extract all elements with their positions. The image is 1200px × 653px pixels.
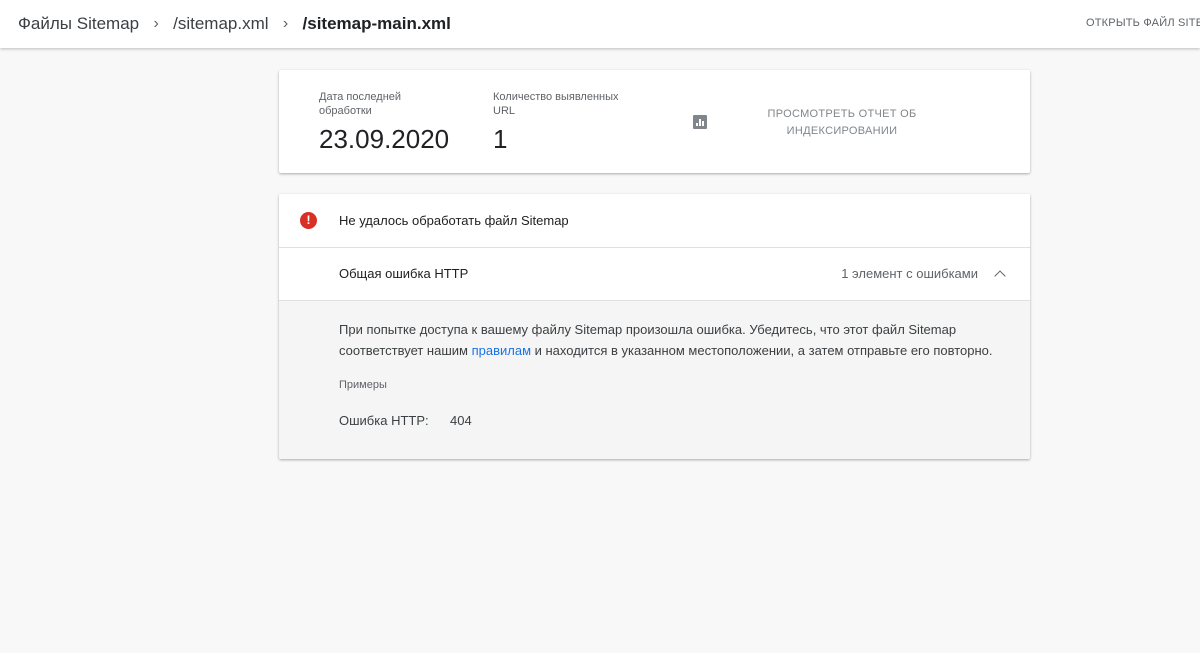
view-index-coverage-button[interactable]: ПРОСМОТРЕТЬ ОТЧЕТ ОБ ИНДЕКСИРОВАНИИ — [759, 106, 925, 140]
chevron-right-icon: › — [153, 15, 159, 32]
sitemap-stats-card: Дата последней обработки 23.09.2020 Коли… — [279, 70, 1030, 173]
status-row: ! Не удалось обработать файл Sitemap — [279, 194, 1030, 248]
example-value: 404 — [450, 413, 472, 428]
last-processed-label: Дата последней обработки — [319, 91, 402, 117]
chevron-right-icon: › — [282, 15, 289, 32]
issue-details: При попытке доступа к вашему файлу Sitem… — [279, 301, 1030, 459]
issue-count: 1 элемент с ошибками — [841, 266, 978, 281]
bar-chart-icon[interactable] — [693, 115, 707, 129]
issue-row-http-error[interactable]: Общая ошибка HTTP 1 элемент с ошибками — [279, 248, 1030, 301]
breadcrumb-item-sitemap-xml[interactable]: /sitemap.xml — [173, 14, 268, 34]
examples-label: Примеры — [339, 379, 387, 391]
last-processed-stat: Дата последней обработки 23.09.2020 — [319, 90, 449, 155]
example-key: Ошибка HTTP: — [339, 413, 429, 428]
discovered-urls-value: 1 — [493, 124, 508, 154]
issue-title: Общая ошибка HTTP — [339, 266, 469, 281]
last-processed-value: 23.09.2020 — [319, 124, 450, 154]
breadcrumb: Файлы Sitemap › /sitemap.xml › /sitemap-… — [18, 0, 451, 48]
open-sitemap-button[interactable]: ОТКРЫТЬ ФАЙЛ SITE — [1086, 0, 1200, 48]
discovered-urls-label: Количество выявленных URL — [493, 91, 619, 117]
discovered-urls-stat: Количество выявленных URL 1 — [493, 90, 623, 155]
guidelines-link[interactable]: правилам — [472, 343, 531, 358]
sitemap-status-card: ! Не удалось обработать файл Sitemap Общ… — [279, 194, 1030, 459]
issue-description: При попытке доступа к вашему файлу Sitem… — [339, 319, 999, 361]
error-icon: ! — [300, 212, 317, 229]
chevron-up-icon[interactable] — [994, 270, 1006, 282]
description-text-end: и находится в указанном местоположении, … — [531, 343, 993, 358]
breadcrumb-item-sitemaps[interactable]: Файлы Sitemap — [18, 14, 139, 34]
breadcrumb-item-current: /sitemap-main.xml — [302, 14, 451, 33]
top-app-bar: Файлы Sitemap › /sitemap.xml › /sitemap-… — [0, 0, 1200, 48]
status-message: Не удалось обработать файл Sitemap — [339, 213, 569, 228]
